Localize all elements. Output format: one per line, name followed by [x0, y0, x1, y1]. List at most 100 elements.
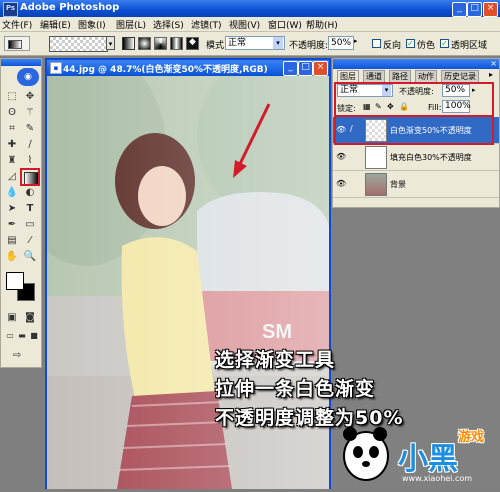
blur-tool-icon[interactable]: 💧 [4, 186, 20, 200]
toolbox: ◉ ⬚ ✥ ʘ ⚚ ⌗ ✎ ✚ ∕ ♜ ⌇ ◿ 💧 ◐ ➤ T ✒ ▭ ▤ ⁄ … [0, 58, 42, 368]
gradient-dropdown-arrow-icon[interactable]: ▾ [106, 36, 115, 50]
options-bar: ▾ ◆ 模式: 正常 ▾ 不透明度: 50% ▸ 反向 ✓ 仿色 ✓ 透明区域 [0, 32, 500, 56]
menu-edit[interactable]: 编辑(E) [40, 18, 71, 31]
tool-preset-picker[interactable] [4, 36, 30, 51]
menu-filter[interactable]: 滤镜(T) [191, 18, 222, 31]
marquee-tool-icon[interactable]: ⬚ [4, 90, 20, 104]
mode-label: 模式: [206, 41, 228, 51]
watermark-url: www.xiaohei.com [402, 474, 473, 483]
opacity-input[interactable]: 50% [328, 36, 354, 50]
history-brush-tool-icon[interactable]: ⌇ [22, 154, 38, 168]
visibility-eye-icon[interactable]: 👁 [336, 152, 346, 162]
eraser-tool-icon[interactable]: ◿ [4, 170, 20, 184]
radial-gradient-icon[interactable] [138, 37, 151, 50]
lasso-tool-icon[interactable]: ʘ [4, 106, 20, 120]
layer-row-background[interactable]: 👁 背景 [333, 171, 499, 198]
opacity-value: 50% [331, 38, 352, 48]
brush-tool-icon[interactable]: ∕ [22, 138, 38, 152]
quick-mask-mode-icon[interactable]: ◙ [22, 311, 38, 325]
notes-tool-icon[interactable]: ▤ [4, 234, 20, 248]
layer-thumbnail [365, 173, 387, 196]
angle-gradient-icon[interactable] [154, 37, 167, 50]
tab-paths[interactable]: 路径 [389, 70, 411, 82]
jump-to-imageready-icon[interactable]: ⇨ [9, 349, 25, 363]
chevron-down-icon: ▾ [273, 37, 283, 49]
opacity-slider-arrow-icon[interactable]: ▸ [354, 37, 358, 45]
pen-tool-icon[interactable]: ✒ [4, 218, 20, 232]
zoom-tool-icon[interactable]: 🔍 [22, 250, 38, 264]
photoshop-icon: Ps [3, 2, 18, 17]
menu-file[interactable]: 文件(F) [2, 18, 32, 31]
document-title-bar: ▪ 44.jpg @ 48.7%(白色渐变50%不透明度,RGB) _ □ × [47, 60, 329, 76]
visibility-eye-icon[interactable]: 👁 [336, 179, 346, 189]
doc-close-button[interactable]: × [313, 61, 328, 76]
site-watermark: 小黑 游戏 www.xiaohei.com [338, 418, 500, 489]
slice-tool-icon[interactable]: ✎ [22, 122, 38, 136]
foreground-color-swatch-top[interactable] [6, 272, 24, 290]
type-tool-icon[interactable]: T [22, 202, 38, 216]
caption-line-1: 选择渐变工具 [215, 349, 336, 371]
menu-image[interactable]: 图象(I) [78, 18, 106, 31]
minimize-button[interactable]: _ [452, 2, 467, 17]
mode-select[interactable]: 正常 ▾ [225, 36, 285, 50]
move-tool-icon[interactable]: ✥ [22, 90, 38, 104]
tab-history[interactable]: 历史记录 [441, 70, 479, 82]
transparency-checkbox[interactable]: ✓ [440, 39, 449, 48]
watermark-game: 游戏 [458, 430, 485, 445]
linear-gradient-icon[interactable] [122, 37, 135, 50]
screen-mode-full-icon[interactable]: ■ [26, 329, 42, 343]
crop-tool-icon[interactable]: ⌗ [4, 122, 20, 136]
healing-brush-tool-icon[interactable]: ✚ [4, 138, 20, 152]
caption-line-2: 拉伸一条白色渐变 [215, 378, 376, 400]
menu-select[interactable]: 选择(S) [153, 18, 184, 31]
blend-options-highlight [334, 82, 494, 117]
layer-row-white-fill[interactable]: 👁 填充白色30%不透明度 [333, 144, 499, 171]
tab-actions[interactable]: 动作 [415, 70, 437, 82]
maximize-button[interactable]: □ [467, 2, 482, 17]
layer-name: 背景 [390, 180, 406, 189]
path-select-tool-icon[interactable]: ➤ [4, 202, 20, 216]
eyedropper-tool-icon[interactable]: ⁄ [22, 234, 38, 248]
transparency-label: 透明区域 [451, 41, 488, 51]
menu-view[interactable]: 视图(V) [229, 18, 260, 31]
layer-name: 填充白色30%不透明度 [390, 153, 472, 162]
dodge-tool-icon[interactable]: ◐ [22, 186, 38, 200]
dither-checkbox[interactable]: ✓ [406, 39, 415, 48]
document-icon: ▪ [50, 62, 62, 74]
tab-layers[interactable]: 图层 [337, 70, 359, 82]
selected-layer-highlight [334, 115, 494, 145]
layers-panel-title-bar: × [333, 59, 499, 69]
diamond-gradient-icon[interactable]: ◆ [186, 37, 199, 50]
magic-wand-tool-icon[interactable]: ⚚ [22, 106, 38, 120]
menu-layer[interactable]: 图层(L) [116, 18, 146, 31]
watermark-brand: 小黑 [398, 442, 458, 477]
mode-value: 正常 [228, 38, 247, 48]
app-title-bar: Ps Adobe Photoshop _ □ × [0, 0, 500, 17]
reverse-label: 反向 [383, 41, 402, 51]
dither-label: 仿色 [417, 41, 436, 51]
document-title: 44.jpg @ 48.7%(白色渐变50%不透明度,RGB) [63, 65, 268, 75]
gradient-tool-icon [8, 40, 22, 49]
gradient-tool-highlight [20, 168, 40, 186]
close-button[interactable]: × [483, 2, 498, 17]
doc-minimize-button[interactable]: _ [283, 61, 298, 76]
gradient-picker[interactable] [49, 36, 108, 52]
clone-stamp-tool-icon[interactable]: ♜ [4, 154, 20, 168]
toolbox-title-bar [1, 59, 41, 66]
adobe-online-icon[interactable]: ◉ [17, 68, 39, 86]
doc-maximize-button[interactable]: □ [298, 61, 313, 76]
panel-menu-arrow-icon[interactable]: ▸ [489, 70, 493, 79]
panel-close-icon[interactable]: × [490, 59, 497, 69]
hand-tool-icon[interactable]: ✋ [4, 250, 20, 264]
reverse-checkbox[interactable] [372, 39, 381, 48]
menu-window[interactable]: 窗口(W) [268, 18, 302, 31]
menu-bar: 文件(F) 编辑(E) 图象(I) 图层(L) 选择(S) 滤镜(T) 视图(V… [0, 17, 500, 32]
opacity-label: 不透明度: [289, 41, 329, 51]
layer-thumbnail [365, 146, 387, 169]
tab-channels[interactable]: 通道 [363, 70, 385, 82]
reflected-gradient-icon[interactable] [170, 37, 183, 50]
standard-mode-icon[interactable]: ▣ [4, 311, 20, 325]
shape-tool-icon[interactable]: ▭ [22, 218, 38, 232]
menu-help[interactable]: 帮助(H) [306, 18, 338, 31]
layers-panel: × 图层 通道 路径 动作 历史记录 ▸ 正常 ▾ 不透明度: 50% ▸ 锁定… [332, 58, 500, 208]
